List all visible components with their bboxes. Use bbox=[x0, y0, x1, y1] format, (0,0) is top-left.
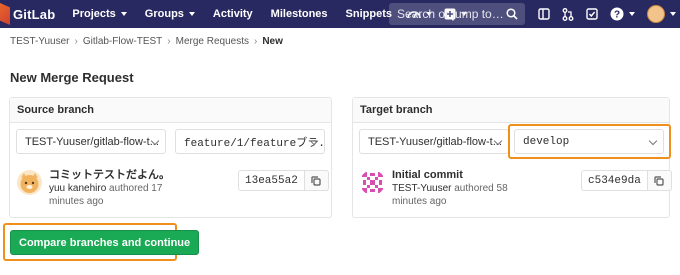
target-branch-heading: Target branch bbox=[353, 98, 669, 123]
breadcrumb: TEST-Yuuser › Gitlab-Flow-TEST › Merge R… bbox=[10, 36, 283, 47]
source-branch-value: feature/1/featureブラ... bbox=[184, 137, 325, 150]
commit-sha[interactable]: 13ea55a2 bbox=[238, 170, 305, 191]
user-menu[interactable] bbox=[641, 0, 680, 28]
copy-icon bbox=[654, 175, 664, 186]
help-dropdown[interactable]: ? bbox=[604, 0, 641, 28]
search-box[interactable] bbox=[389, 3, 525, 25]
merge-request-icon bbox=[562, 7, 574, 21]
breadcrumb-item[interactable]: Merge Requests bbox=[176, 36, 249, 47]
source-sha-group: 13ea55a2 bbox=[238, 170, 329, 191]
breadcrumb-separator: › bbox=[253, 36, 258, 47]
user-avatar bbox=[647, 5, 665, 23]
sidebar-toggle[interactable] bbox=[532, 0, 556, 28]
source-branch-heading: Source branch bbox=[10, 98, 331, 123]
nav-projects[interactable]: Projects bbox=[63, 0, 135, 28]
brand-name: GitLab bbox=[13, 6, 56, 22]
breadcrumb-separator: › bbox=[167, 36, 171, 47]
svg-text:?: ? bbox=[614, 10, 620, 21]
gitlab-logo[interactable]: GitLab bbox=[0, 0, 55, 28]
commit-meta: yuu kanehiro authored 17 minutes ago bbox=[49, 182, 194, 208]
merge-requests-link[interactable] bbox=[556, 0, 580, 28]
source-branch-panel: Source branch TEST-Yuuser/gitlab-flow-t.… bbox=[9, 97, 332, 218]
nav-activity[interactable]: Activity bbox=[204, 0, 262, 28]
commit-author[interactable]: TEST-Yuuser bbox=[392, 183, 451, 194]
target-sha-group: c534e9da bbox=[581, 170, 672, 191]
compare-branches-button[interactable]: Compare branches and continue bbox=[10, 230, 200, 255]
commit-sha[interactable]: c534e9da bbox=[581, 170, 648, 191]
copy-sha-button[interactable] bbox=[304, 170, 329, 191]
todos-link[interactable] bbox=[580, 0, 604, 28]
breadcrumb-item[interactable]: Gitlab-Flow-TEST bbox=[83, 36, 162, 47]
breadcrumb-item[interactable]: TEST-Yuuser bbox=[10, 36, 69, 47]
commit-author[interactable]: yuu kanehiro bbox=[49, 183, 106, 194]
target-branch-highlight bbox=[508, 124, 671, 159]
chevron-down-icon bbox=[629, 12, 635, 16]
copy-icon bbox=[311, 175, 321, 186]
target-commit: Initial commit TEST-Yuuser authored 58 m… bbox=[360, 168, 537, 208]
breadcrumb-separator: › bbox=[74, 36, 78, 47]
author-avatar bbox=[360, 170, 385, 195]
chevron-down-icon bbox=[188, 12, 195, 16]
search-icon bbox=[506, 8, 518, 20]
sidebar-icon bbox=[538, 8, 550, 20]
commit-title[interactable]: コミットテストだよん。 bbox=[49, 168, 194, 182]
chevron-down-icon bbox=[670, 12, 676, 16]
nav-milestones[interactable]: Milestones bbox=[262, 0, 337, 28]
breadcrumb-current[interactable]: New bbox=[262, 36, 283, 47]
page-title: New Merge Request bbox=[10, 70, 134, 85]
source-project-value: TEST-Yuuser/gitlab-flow-t... bbox=[25, 135, 159, 148]
source-project-dropdown[interactable]: TEST-Yuuser/gitlab-flow-t... bbox=[16, 129, 166, 154]
commit-title[interactable]: Initial commit bbox=[392, 168, 537, 182]
todo-icon bbox=[586, 8, 598, 20]
target-project-dropdown[interactable]: TEST-Yuuser/gitlab-flow-t... bbox=[359, 129, 509, 154]
commit-meta: TEST-Yuuser authored 58 minutes ago bbox=[392, 182, 537, 208]
top-navbar: GitLab Projects Groups Activity Mileston… bbox=[0, 0, 680, 28]
gitlab-tanuki-icon bbox=[0, 3, 10, 25]
nav-groups[interactable]: Groups bbox=[136, 0, 204, 28]
chevron-down-icon bbox=[120, 12, 127, 16]
source-branch-dropdown[interactable]: feature/1/featureブラ... bbox=[175, 129, 325, 154]
target-project-value: TEST-Yuuser/gitlab-flow-t... bbox=[368, 135, 502, 148]
help-icon: ? bbox=[610, 7, 624, 21]
copy-sha-button[interactable] bbox=[647, 170, 672, 191]
source-commit: コミットテストだよん。 yuu kanehiro authored 17 min… bbox=[17, 168, 194, 208]
search-input[interactable] bbox=[397, 7, 505, 21]
author-avatar bbox=[17, 170, 42, 195]
